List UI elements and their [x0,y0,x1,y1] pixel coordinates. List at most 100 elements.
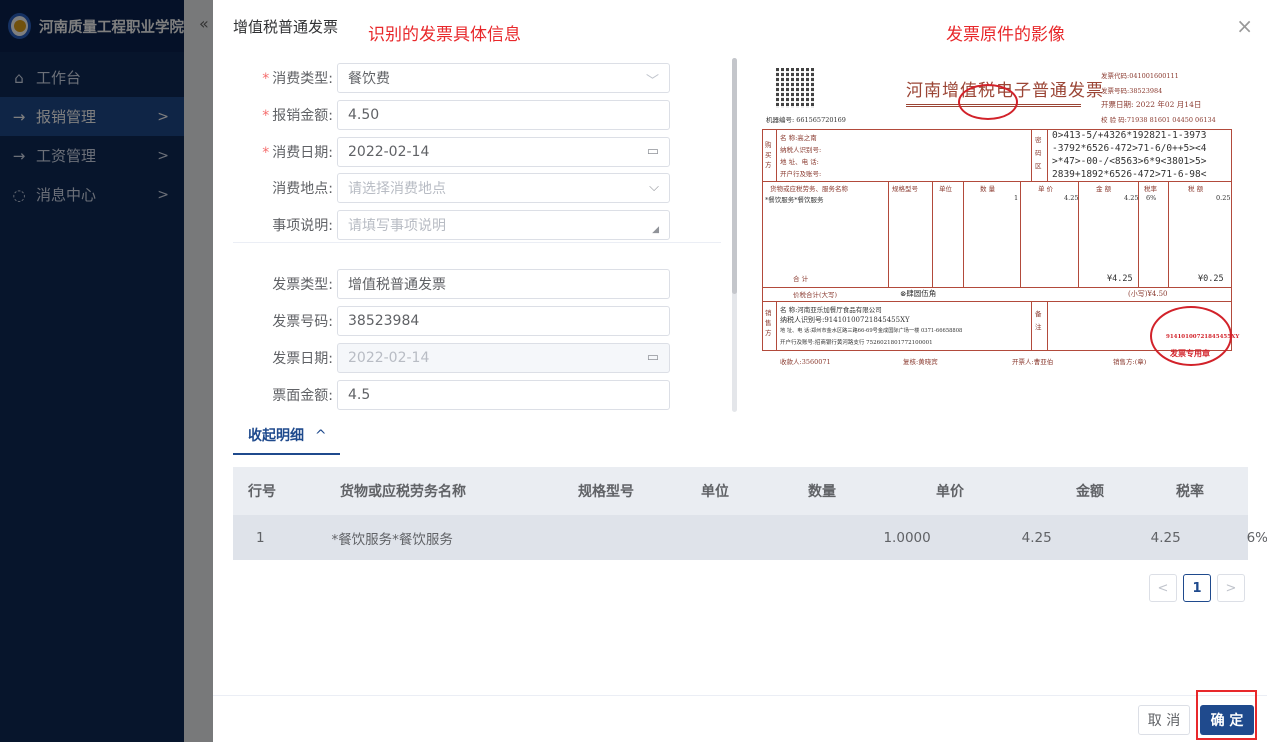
invoice-code: 发票代码:041001600111 [1101,72,1179,80]
inv-item-tax: 0.25 [1216,194,1231,202]
inv-grand-cn: ⊗肆圆伍角 [900,289,937,298]
invoice-line [762,301,1232,302]
invoice-line [888,181,889,287]
inv-item-price: 4.25 [1064,194,1079,202]
inv-item-name: *餐饮服务*餐饮服务 [765,196,824,204]
invoice-machine-no: 机器编号: 661565720169 [766,116,846,124]
inv-col-header: 单位 [939,185,952,193]
note-side-label: 备注 [1035,310,1042,331]
place-row: 消费地点: 请选择消费地点 ⌵ [233,173,670,203]
invoice-type-label: 发票类型: [272,277,333,293]
close-icon[interactable]: × [1236,14,1253,38]
chevron-down-icon: ﹀ [645,74,659,89]
invoice-no-input[interactable]: 38523984 [337,306,670,336]
invoice-no-row: 发票号码: 38523984 [233,306,670,336]
col-header-unit: 单位 [701,484,729,500]
invoice-line [776,129,777,181]
amount-input[interactable]: 4.50 [337,100,670,130]
buyer-bank: 开户行及账号: [780,170,822,178]
consume-type-label: * 消费类型: [262,71,333,87]
inv-reviewer: 复核:黄晓宾 [903,358,938,366]
calendar-icon: ▭ [646,144,659,159]
annotation-recognized-info: 识别的发票具体信息 [368,25,521,45]
col-header-no: 行号 [248,484,276,500]
buyer-tax-id: 纳税人识别号: [780,146,822,154]
amount-label: * 报销金额: [262,108,333,124]
invoice-detail-table: 行号 货物或应税劳务名称 规格型号 单位 数量 单价 金额 税率 1 *餐饮服务… [233,467,1267,560]
chevron-down-icon: ⌵ [649,180,659,195]
consume-type-select[interactable]: 餐饮费 ﹀ [337,63,670,93]
table-header: 行号 货物或应税劳务名称 规格型号 单位 数量 单价 金额 税率 [233,467,1248,515]
toggle-underline [233,453,340,455]
cipher-line: 2839+1892*6526-472>71-6-98< [1052,169,1207,180]
invoice-line [932,181,933,287]
inv-payee: 收款人:3560071 [780,358,831,366]
face-amount-label: 票面金额: [272,388,333,404]
invoice-dialog: 增值税普通发票 识别的发票具体信息 发票原件的影像 × * 消费类型: 餐饮费 ﹀ … [213,0,1267,742]
inv-item-rate: 6% [1146,194,1157,202]
col-header-qty: 数量 [808,484,836,500]
stamp-label: 发票专用章 [1170,348,1210,358]
cipher-line: 0>413-5/+4326*192821-1-3973 [1052,130,1207,141]
invoice-line [762,181,1232,182]
prev-page-button[interactable]: < [1149,574,1177,602]
row-rate: 6% [1246,529,1267,546]
collapse-details-label: 收起明细 [248,428,304,444]
invoice-number: 发票号码:38523984 [1101,87,1163,95]
inv-col-header: 税 额 [1188,185,1204,193]
col-header-amount: 金额 [1076,484,1104,500]
cipher-side-label: 密码区 [1035,136,1042,170]
cancel-button[interactable]: 取 消 [1138,705,1190,735]
invoice-date-label: 发票日期: [272,351,333,367]
consume-date-picker[interactable]: 2022-02-14 ▭ [337,137,670,167]
invoice-image: 机器编号: 661565720169 河南增值税电子普通发票 发票代码:0410… [758,60,1239,380]
consume-type-row: * 消费类型: 餐饮费 ﹀ [233,63,670,93]
calendar-icon: ▭ [646,350,659,365]
consume-date-row: * 消费日期: 2022-02-14 ▭ [233,137,670,167]
table-row[interactable]: 1 *餐饮服务*餐饮服务 1.0000 4.25 4.25 6% [233,515,1267,560]
collapse-details-toggle[interactable]: 收起明细 ^ [248,425,327,445]
col-header-price: 单价 [936,484,964,500]
invoice-type-input[interactable]: 增值税普通发票 [337,269,670,299]
face-amount-row: 票面金额: 4.5 [233,380,670,410]
annotation-invoice-image: 发票原件的影像 [946,25,1065,45]
highlight-frame [1196,690,1257,740]
row-amount: 4.25 [1150,529,1181,546]
place-select[interactable]: 请选择消费地点 ⌵ [337,173,670,203]
next-page-button[interactable]: > [1217,574,1245,602]
invoice-line [1020,181,1021,287]
place-label: 消费地点: [272,181,333,197]
resize-handle-icon[interactable]: ◢ [652,225,659,235]
amount-row: * 报销金额: 4.50 [233,100,670,130]
invoice-date-text: 开票日期: 2022 年02 月14日 [1101,100,1202,109]
face-amount-input[interactable]: 4.5 [337,380,670,410]
inv-item-qty: 1 [1014,194,1019,202]
inv-col-header: 金 额 [1096,185,1112,193]
row-qty: 1.0000 [883,529,931,546]
inv-col-header: 税率 [1144,185,1157,193]
pagination: < 1 > [1149,574,1245,602]
col-header-name: 货物或应税劳务名称 [340,484,466,500]
inv-grand-small: (小写)¥4.50 [1128,290,1168,298]
invoice-form: * 消费类型: 餐饮费 ﹀ * 报销金额: 4.50 * 消费日期: 2022-02-1… [233,52,721,412]
page-1-button[interactable]: 1 [1183,574,1211,602]
inv-drawer: 开票人:曹亚伯 [1012,358,1054,366]
desc-textarea[interactable]: 请填写事项说明 ◢ [337,210,670,240]
inv-grand-label: 价税合计(大写) [793,291,838,299]
seller-address: 地 址、电 话:郑州市金水区路三路66-69号金成国际广场一楼 0371-666… [780,328,963,334]
inv-col-header: 数 量 [980,185,996,193]
cipher-line: >*47>-00-/<8563>6*9<3801>5> [1052,156,1207,167]
inv-col-header: 货物或应税劳务、服务名称 [770,185,848,193]
form-scrollbar[interactable] [732,58,737,294]
tax-bureau-stamp [958,84,1018,120]
seller-side-label: 销售方 [765,309,772,337]
inv-col-header: 规格型号 [892,185,918,193]
stamp-tax-id: 91410100721845455XY [1166,334,1240,340]
seller-tax-id: 纳税人识别号:91410100721845455XY [780,316,910,324]
inv-total-tax: ¥0.25 [1198,274,1224,284]
invoice-line [776,301,777,351]
invoice-date-row: 发票日期: 2022-02-14 ▭ [233,343,670,373]
invoice-line [1168,181,1169,287]
invoice-date-picker: 2022-02-14 ▭ [337,343,670,373]
buyer-address: 地 址、电 话: [780,158,819,166]
